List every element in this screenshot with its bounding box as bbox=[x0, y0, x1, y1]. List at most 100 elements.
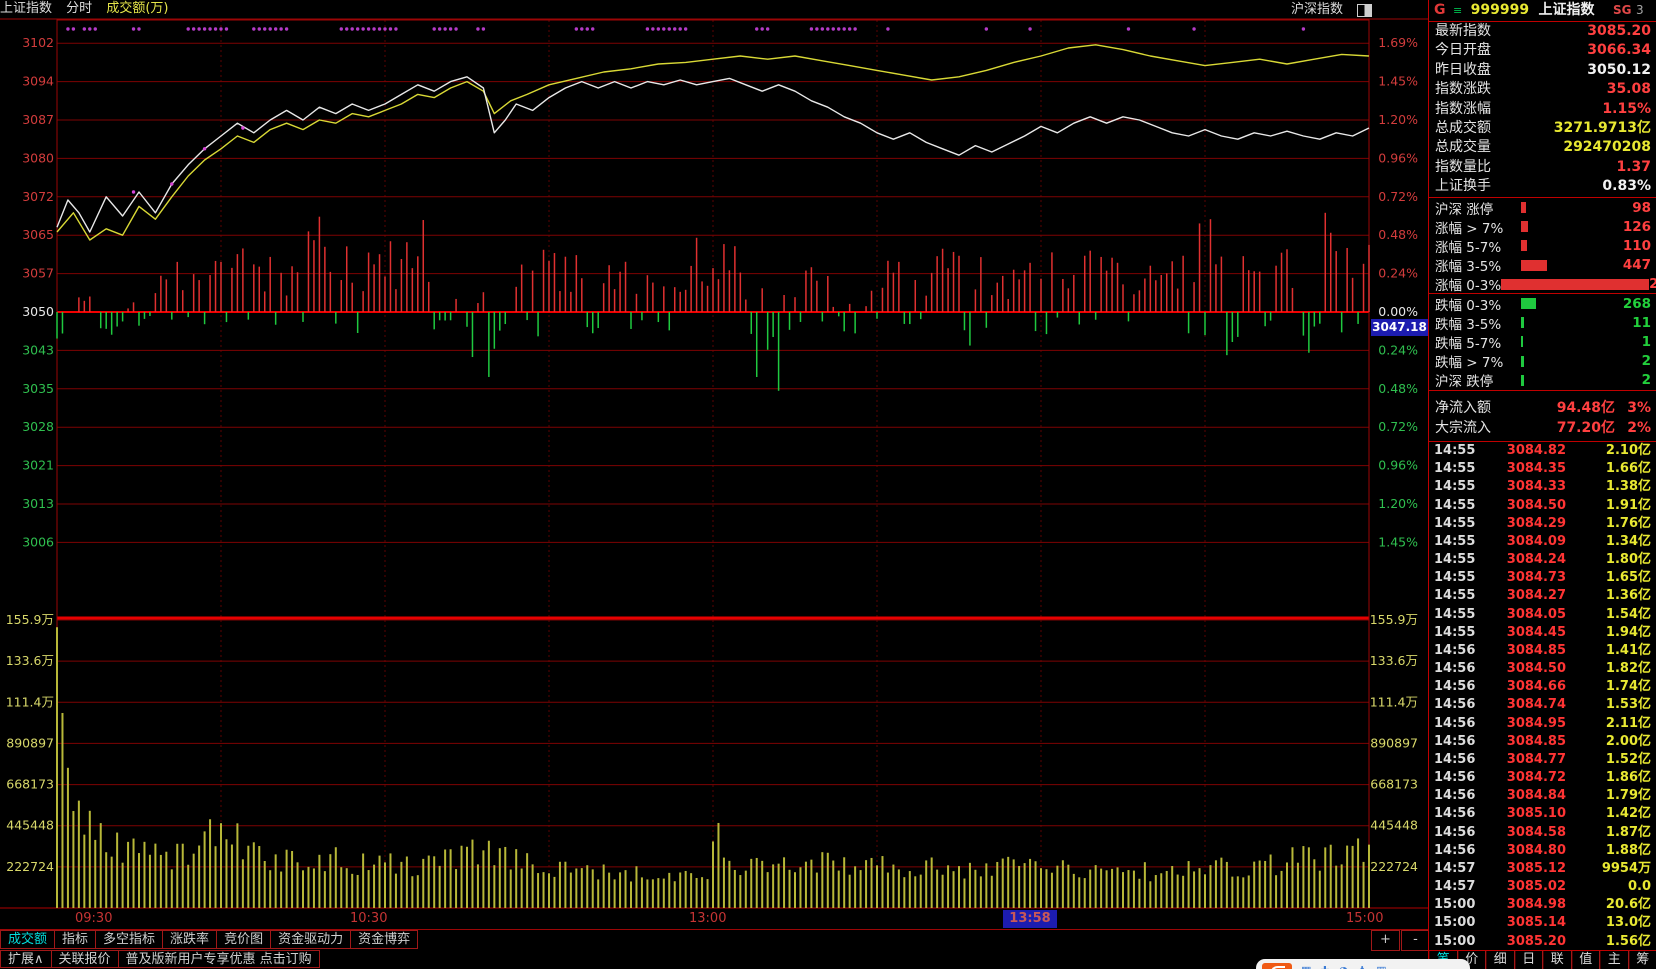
volume-bar bbox=[1132, 870, 1135, 908]
tick-row[interactable]: 14:56 3084.84 1.79亿 bbox=[1429, 787, 1656, 805]
tick-row[interactable]: 14:57 3085.02 0.0 bbox=[1429, 878, 1656, 896]
tick-row[interactable]: 14:55 3084.35 1.66亿 bbox=[1429, 460, 1656, 478]
secondary-tab-2[interactable]: 普及版新用户专享优惠 点击订购 bbox=[118, 950, 320, 968]
tick-list[interactable]: 14:55 3084.82 2.10亿 14:55 3084.35 1.66亿 14:55 3… bbox=[1429, 441, 1656, 951]
index-title[interactable]: 上证指数 bbox=[1539, 2, 1595, 18]
volume-bar bbox=[985, 863, 988, 908]
tick-time: 14:55 bbox=[1434, 461, 1476, 477]
price-axis-label: 3080 bbox=[22, 150, 54, 165]
updown-bar-up bbox=[411, 268, 414, 312]
signal-dot bbox=[815, 27, 819, 31]
panel-tab-筹[interactable]: 筹 bbox=[1628, 951, 1656, 969]
tick-row[interactable]: 14:56 3084.85 2.00亿 bbox=[1429, 733, 1656, 751]
list-icon: ≡ bbox=[1452, 4, 1463, 17]
panel-tab-日[interactable]: 日 bbox=[1514, 951, 1543, 969]
tick-price: 3084.73 bbox=[1506, 570, 1566, 586]
tick-amount: 9954万 bbox=[1601, 860, 1651, 876]
tick-row[interactable]: 15:00 3084.98 20.6亿 bbox=[1429, 896, 1656, 914]
updown-bar-up bbox=[1291, 287, 1294, 312]
price-axis-label: 3102 bbox=[22, 35, 54, 50]
tick-row[interactable]: 14:55 3084.82 2.10亿 bbox=[1429, 442, 1656, 460]
bottom-tab-0[interactable]: 成交额 bbox=[0, 930, 56, 949]
stat-bar bbox=[1521, 298, 1536, 310]
pct-axis-label: 1.45% bbox=[1378, 74, 1418, 89]
tick-row[interactable]: 14:55 3084.05 1.54亿 bbox=[1429, 606, 1656, 624]
updown-bar-up bbox=[1198, 223, 1201, 312]
volume-bar bbox=[952, 871, 955, 908]
bottom-tab-3[interactable]: 涨跌率 bbox=[163, 930, 218, 949]
tick-row[interactable]: 14:55 3084.33 1.38亿 bbox=[1429, 478, 1656, 496]
tick-row[interactable]: 14:56 3084.80 1.88亿 bbox=[1429, 842, 1656, 860]
tick-row[interactable]: 14:55 3084.45 1.94亿 bbox=[1429, 624, 1656, 642]
clock-icon[interactable]: ◔ bbox=[1339, 963, 1349, 969]
updown-bar-up bbox=[679, 291, 681, 312]
tick-amount: 1.88亿 bbox=[1605, 842, 1651, 858]
grid-icon[interactable]: ▦ bbox=[1301, 963, 1311, 969]
chart-icon[interactable]: ▥ bbox=[1376, 963, 1386, 969]
tick-amount: 0.0 bbox=[1627, 879, 1651, 895]
tick-row[interactable]: 14:56 3085.10 1.42亿 bbox=[1429, 805, 1656, 823]
volume-bar bbox=[1029, 858, 1032, 908]
volume-bar bbox=[919, 874, 922, 908]
secondary-tab-1[interactable]: 关联报价 bbox=[51, 950, 119, 968]
tick-row[interactable]: 14:55 3084.09 1.34亿 bbox=[1429, 533, 1656, 551]
tick-row[interactable]: 14:57 3085.12 9954万 bbox=[1429, 860, 1656, 878]
signal-dot bbox=[847, 27, 852, 31]
bottom-tab-4[interactable]: 竞价图 bbox=[217, 930, 272, 949]
tick-row[interactable]: 15:00 3085.20 1.56亿 bbox=[1429, 933, 1656, 951]
bottom-tab-6[interactable]: 资金博弈 bbox=[351, 930, 419, 949]
tick-row[interactable]: 14:55 3084.27 1.36亿 bbox=[1429, 587, 1656, 605]
zoom-in-button[interactable]: + bbox=[1371, 930, 1400, 951]
line-marker-dot bbox=[131, 190, 136, 194]
panel-tab-主[interactable]: 主 bbox=[1600, 951, 1629, 969]
user-icon[interactable]: ♟ bbox=[1357, 963, 1367, 969]
volume-bar bbox=[154, 843, 157, 908]
volume-bar bbox=[61, 712, 64, 908]
advancer-row: 涨幅 5-7% 110 bbox=[1429, 236, 1656, 256]
bottom-tab-2[interactable]: 多空指标 bbox=[96, 930, 164, 949]
updown-bar-up bbox=[690, 265, 692, 312]
tick-row[interactable]: 15:00 3085.14 13.0亿 bbox=[1429, 914, 1656, 932]
updown-bar-up bbox=[892, 272, 895, 312]
updown-bar-up bbox=[406, 242, 408, 312]
tick-row[interactable]: 14:56 3084.74 1.53亿 bbox=[1429, 696, 1656, 714]
tick-row[interactable]: 14:55 3084.24 1.80亿 bbox=[1429, 551, 1656, 569]
panel-tab-联[interactable]: 联 bbox=[1543, 951, 1572, 969]
tick-row[interactable]: 14:56 3084.77 1.52亿 bbox=[1429, 751, 1656, 769]
tick-row[interactable]: 14:55 3084.50 1.91亿 bbox=[1429, 497, 1656, 515]
tick-row[interactable]: 14:55 3084.73 1.65亿 bbox=[1429, 569, 1656, 587]
bottom-tab-1[interactable]: 指标 bbox=[55, 930, 97, 949]
tick-row[interactable]: 14:56 3084.95 2.11亿 bbox=[1429, 715, 1656, 733]
tick-row[interactable]: 14:56 3084.85 1.41亿 bbox=[1429, 642, 1656, 660]
money-flow-rows: 净流入额 94.48亿 3% 大宗流入 77.20亿 2% bbox=[1429, 390, 1656, 441]
updown-bar-up bbox=[553, 253, 556, 312]
tick-row[interactable]: 14:56 3084.50 1.82亿 bbox=[1429, 660, 1656, 678]
volume-bar bbox=[548, 873, 550, 908]
bottom-tab-5[interactable]: 资金驱动力 bbox=[271, 930, 352, 949]
index-code[interactable]: 999999 bbox=[1471, 2, 1529, 18]
pct-axis-label: 1.45% bbox=[1378, 534, 1418, 549]
tick-row[interactable]: 14:55 3084.29 1.76亿 bbox=[1429, 515, 1656, 533]
signal-dot bbox=[66, 27, 70, 31]
tick-amount: 1.54亿 bbox=[1605, 606, 1651, 622]
updown-bar-up bbox=[805, 270, 807, 312]
volume-bar bbox=[722, 857, 725, 908]
panel-tab-值[interactable]: 值 bbox=[1571, 951, 1600, 969]
zoom-out-button[interactable]: - bbox=[1401, 930, 1430, 951]
updown-bar-down bbox=[143, 312, 146, 319]
price-axis-label: 3065 bbox=[22, 227, 54, 242]
volume-bar bbox=[804, 861, 807, 908]
tick-row[interactable]: 14:56 3084.66 1.74亿 bbox=[1429, 678, 1656, 696]
intraday-chart[interactable]: 3102 1.69% 3094 1.45% 3087 1.20% 3080 0.96% 3072… bbox=[0, 0, 1428, 910]
tick-row[interactable]: 14:56 3084.72 1.86亿 bbox=[1429, 769, 1656, 787]
plus-icon[interactable]: ✚ bbox=[1320, 963, 1329, 969]
volume-bar bbox=[690, 873, 693, 908]
tick-row[interactable]: 14:56 3084.58 1.87亿 bbox=[1429, 824, 1656, 842]
panel-tab-细[interactable]: 细 bbox=[1486, 951, 1515, 969]
volume-bar bbox=[1089, 869, 1092, 908]
stat-bar-track bbox=[1521, 202, 1607, 214]
volume-bar bbox=[493, 865, 496, 908]
updown-bar-up bbox=[914, 280, 917, 312]
secondary-tab-0[interactable]: 扩展∧ bbox=[0, 950, 52, 968]
tick-price: 3084.50 bbox=[1506, 661, 1566, 677]
